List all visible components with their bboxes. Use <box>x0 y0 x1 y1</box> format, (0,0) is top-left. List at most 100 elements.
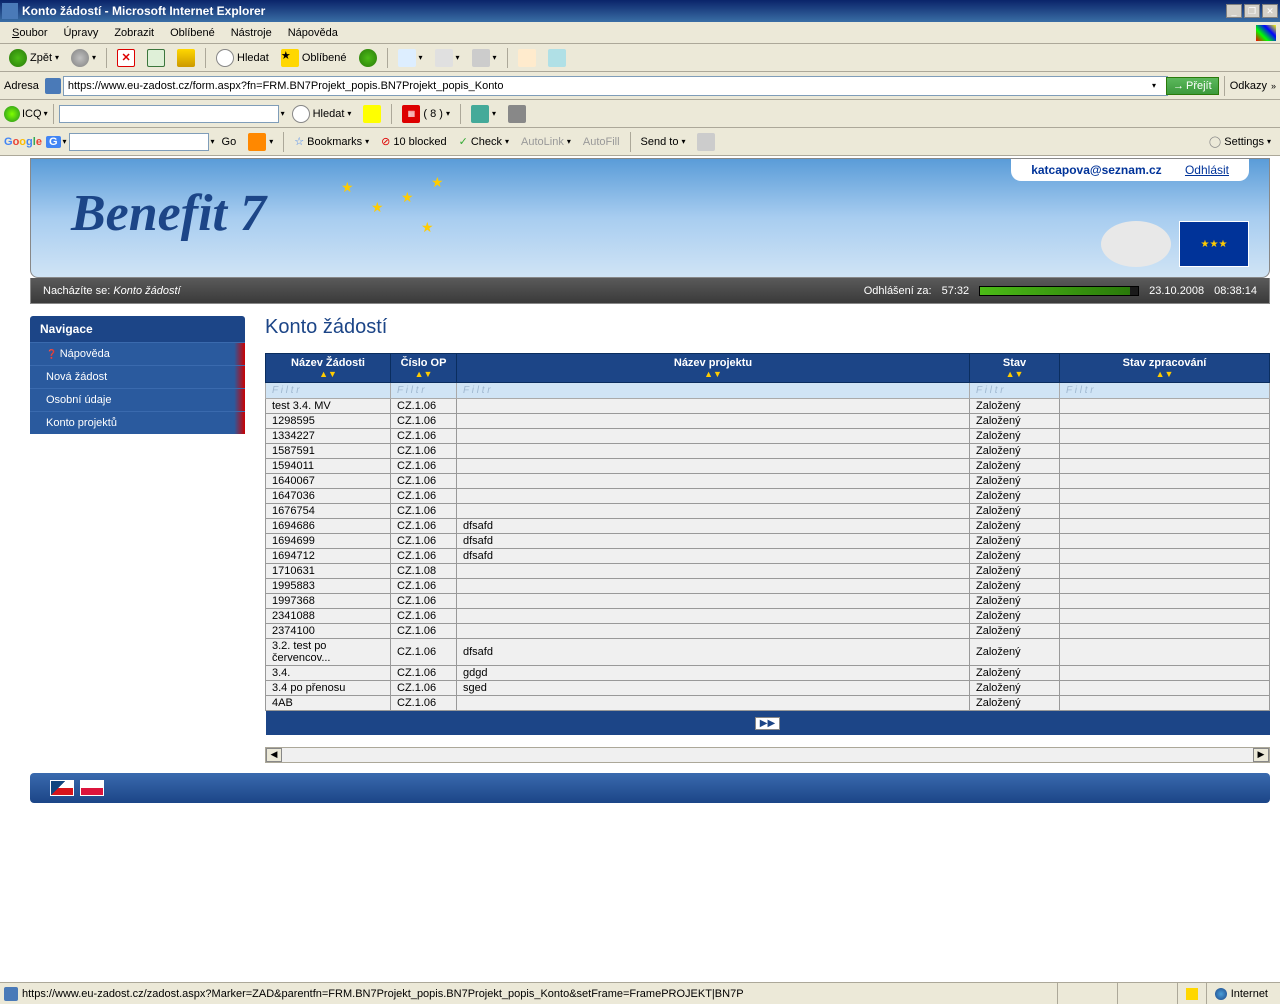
refresh-button[interactable] <box>142 46 170 70</box>
menu-file[interactable]: Soubor <box>4 25 55 41</box>
table-row[interactable]: 1334227CZ.1.06Založený <box>266 429 1270 444</box>
cell-state: Založený <box>970 444 1060 459</box>
minimize-button[interactable]: _ <box>1226 4 1242 18</box>
page-icon <box>45 78 61 94</box>
google-settings-button[interactable]: ◯ Settings▾ <box>1204 132 1276 151</box>
nav-item-projects[interactable]: Konto projektů <box>30 411 245 434</box>
cell-project <box>457 609 970 624</box>
ie-app-icon <box>2 3 18 19</box>
history-button[interactable] <box>354 46 382 70</box>
cell-processing <box>1060 564 1270 579</box>
discuss-button[interactable] <box>513 46 541 70</box>
icq-skin-button[interactable] <box>503 102 531 126</box>
google-go-button[interactable]: Go <box>217 133 242 151</box>
table-row[interactable]: 1995883CZ.1.06Založený <box>266 579 1270 594</box>
scroll-left-button[interactable]: ◀ <box>266 748 282 762</box>
google-search-input[interactable] <box>69 133 209 151</box>
cell-state: Založený <box>970 489 1060 504</box>
mail-button[interactable]: ▾ <box>393 46 428 70</box>
menu-view[interactable]: Zobrazit <box>106 25 162 41</box>
print-button[interactable]: ▾ <box>430 46 465 70</box>
scroll-right-button[interactable]: ▶ <box>1253 748 1269 762</box>
go-button[interactable]: → Přejít <box>1166 77 1219 95</box>
filter-state[interactable]: F i l t r <box>970 383 1060 399</box>
messenger-button[interactable] <box>543 46 571 70</box>
menu-edit[interactable]: Úpravy <box>55 25 106 41</box>
google-bookmarks-button[interactable]: ☆ Bookmarks▾ <box>289 132 374 151</box>
back-button[interactable]: Zpět ▾ <box>4 46 64 70</box>
col-header-state[interactable]: Stav▲▼ <box>970 354 1060 383</box>
icq-people-button[interactable]: ▾ <box>466 102 501 126</box>
table-row[interactable]: 1594011CZ.1.06Založený <box>266 459 1270 474</box>
table-row[interactable]: 1676754CZ.1.06Založený <box>266 504 1270 519</box>
filter-processing[interactable]: F i l t r <box>1060 383 1270 399</box>
menu-tools[interactable]: Nástroje <box>223 25 280 41</box>
google-sitelinks-button[interactable]: ▾ <box>243 130 278 154</box>
address-input[interactable] <box>63 76 1168 96</box>
google-blocked-button[interactable]: ⊘ 10 blocked <box>376 132 451 151</box>
cell-op: CZ.1.06 <box>391 429 457 444</box>
table-row[interactable]: 1997368CZ.1.06Založený <box>266 594 1270 609</box>
favorites-button[interactable]: ★ Oblíbené <box>276 46 352 70</box>
stop-button[interactable]: ✕ <box>112 46 140 70</box>
menu-favorites[interactable]: Oblíbené <box>162 25 223 41</box>
col-header-op[interactable]: Číslo OP▲▼ <box>391 354 457 383</box>
stop-icon: ✕ <box>117 49 135 67</box>
table-row[interactable]: 2374100CZ.1.06Založený <box>266 624 1270 639</box>
cell-state: Založený <box>970 399 1060 414</box>
icq-highlight-button[interactable] <box>358 102 386 126</box>
table-row[interactable]: 1587591CZ.1.06Založený <box>266 444 1270 459</box>
flag-czech-icon[interactable] <box>50 780 74 796</box>
table-row[interactable]: 1694686CZ.1.06dfsafdZaložený <box>266 519 1270 534</box>
filter-op[interactable]: F i l t r <box>391 383 457 399</box>
restore-button[interactable]: ❐ <box>1244 4 1260 18</box>
forward-button[interactable]: ▾ <box>66 46 101 70</box>
col-header-name[interactable]: Název Žádosti▲▼ <box>266 354 391 383</box>
cell-op: CZ.1.06 <box>391 444 457 459</box>
icq-search-input[interactable] <box>59 105 279 123</box>
google-check-button[interactable]: ✓ Check▾ <box>454 132 514 151</box>
nav-item-new-request[interactable]: Nová žádost <box>30 365 245 388</box>
edit-button[interactable]: ▾ <box>467 46 502 70</box>
cell-processing <box>1060 624 1270 639</box>
chevron-down-icon[interactable]: ▾ <box>1152 81 1156 90</box>
google-autofill-button[interactable]: AutoFill <box>578 133 625 151</box>
pager-next-button[interactable]: ▶▶ <box>755 717 780 730</box>
links-label[interactable]: Odkazy <box>1230 80 1267 92</box>
close-button[interactable]: ✕ <box>1262 4 1278 18</box>
cell-project <box>457 444 970 459</box>
col-header-processing[interactable]: Stav zpracování▲▼ <box>1060 354 1270 383</box>
table-row[interactable]: 2341088CZ.1.06Založený <box>266 609 1270 624</box>
flag-polish-icon[interactable] <box>80 780 104 796</box>
icq-search-button[interactable]: Hledat▾ <box>287 102 357 126</box>
sitelinks-icon <box>248 133 266 151</box>
col-header-project[interactable]: Název projektu▲▼ <box>457 354 970 383</box>
home-button[interactable] <box>172 46 200 70</box>
table-row[interactable]: 1647036CZ.1.06Založený <box>266 489 1270 504</box>
cell-name: 1710631 <box>266 564 391 579</box>
horizontal-scrollbar[interactable]: ◀ ▶ <box>265 747 1270 763</box>
nav-item-help[interactable]: Nápověda <box>30 342 245 365</box>
table-row[interactable]: 4ABCZ.1.06Založený <box>266 696 1270 711</box>
cell-name: 1997368 <box>266 594 391 609</box>
google-send-button[interactable]: Send to▾ <box>636 133 691 151</box>
nav-item-personal[interactable]: Osobní údaje <box>30 388 245 411</box>
google-options-button[interactable] <box>692 130 720 154</box>
table-row[interactable]: 3.4 po přenosuCZ.1.06sgedZaložený <box>266 681 1270 696</box>
filter-project[interactable]: F i l t r <box>457 383 970 399</box>
search-button[interactable]: Hledat <box>211 46 274 70</box>
icq-tabs-button[interactable]: ▦( 8 )▾ <box>397 102 455 126</box>
google-autolink-button[interactable]: AutoLink▾ <box>516 133 576 151</box>
table-row[interactable]: 1694699CZ.1.06dfsafdZaložený <box>266 534 1270 549</box>
table-row[interactable]: test 3.4. MVCZ.1.06Založený <box>266 399 1270 414</box>
table-row[interactable]: 1640067CZ.1.06Založený <box>266 474 1270 489</box>
menu-help[interactable]: Nápověda <box>280 25 346 41</box>
table-row[interactable]: 1298595CZ.1.06Založený <box>266 414 1270 429</box>
table-row[interactable]: 1694712CZ.1.06dfsafdZaložený <box>266 549 1270 564</box>
table-row[interactable]: 1710631CZ.1.08Založený <box>266 564 1270 579</box>
logout-link[interactable]: Odhlásit <box>1185 163 1229 177</box>
filter-name[interactable]: F i l t r <box>266 383 391 399</box>
table-row[interactable]: 3.2. test po červencov...CZ.1.06dfsafdZa… <box>266 639 1270 666</box>
table-row[interactable]: 3.4.CZ.1.06gdgdZaložený <box>266 666 1270 681</box>
google-g-icon[interactable]: G <box>46 136 61 148</box>
